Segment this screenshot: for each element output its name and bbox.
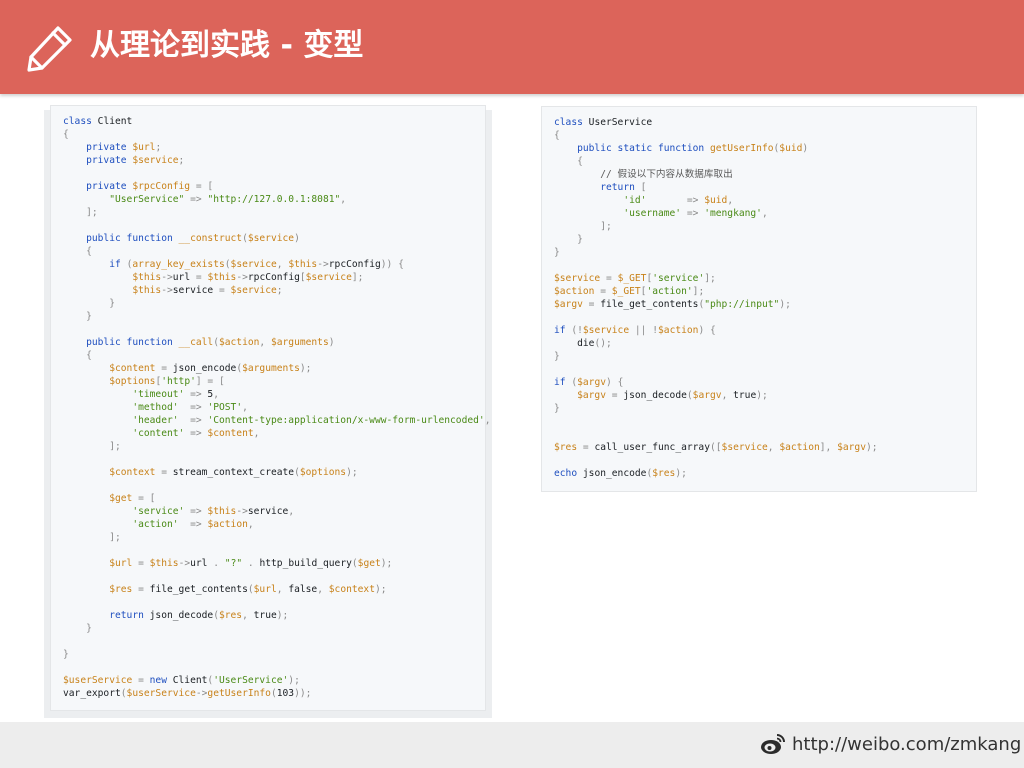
code-line: ]; <box>109 441 121 452</box>
code-line: $argv = json_decode($argv, true); <box>577 390 768 401</box>
code-line: { <box>577 156 583 167</box>
code-line: public static function getUserInfo($uid) <box>577 143 809 154</box>
client-code-panel: class Client { private $url; private $ser… <box>50 105 491 711</box>
code-line: $options['http'] = [ <box>109 376 225 387</box>
code-line: 'id' => $uid, <box>623 195 734 206</box>
code-line: { <box>86 246 92 257</box>
code-line: ]; <box>86 207 98 218</box>
code-line: $action = $_GET['action']; <box>554 286 705 297</box>
code-line: 'service' => $this->service, <box>132 506 295 517</box>
code-line: private $url; <box>86 142 162 153</box>
code-line: if (array_key_exists($service, $this->rp… <box>109 259 404 270</box>
code-line: $this->url = $this->rpcConfig[$service]; <box>132 272 364 283</box>
code-line: $userService = new Client('UserService')… <box>63 675 300 686</box>
pencil-icon <box>27 26 72 72</box>
code-line: 'timeout' => 5, <box>132 389 219 400</box>
code-line: $res = call_user_func_array([$service, $… <box>554 442 878 453</box>
code-line: { <box>554 130 560 141</box>
code-line: $get = [ <box>109 493 156 504</box>
code-line: var_export($userService->getUserInfo(103… <box>63 688 312 699</box>
code-line: } <box>554 247 560 258</box>
code-line: public function __call($action, $argumen… <box>86 337 335 348</box>
service-code-panel: class UserService { public static functio… <box>541 106 977 492</box>
code-line: } <box>86 311 92 322</box>
code-line: } <box>109 298 115 309</box>
code-line: if ($argv) { <box>554 377 624 388</box>
code-line: $url = $this->url . "?" . http_build_que… <box>109 558 393 569</box>
code-line: class Client <box>63 116 133 127</box>
client-code-block: class Client { private $url; private $ser… <box>63 115 491 700</box>
code-line: } <box>554 351 560 362</box>
code-line: 'action' => $action, <box>132 519 254 530</box>
code-line: 'content' => $content, <box>132 428 260 439</box>
code-line: $service = $_GET['service']; <box>554 273 716 284</box>
code-line: $context = stream_context_create($option… <box>109 467 358 478</box>
code-line: ]; <box>600 221 612 232</box>
code-line: } <box>577 234 583 245</box>
code-line: "UserService" => "http://127.0.0.1:8081"… <box>109 194 347 205</box>
code-line: $this->service = $service; <box>132 285 283 296</box>
code-line: $content = json_encode($arguments); <box>109 363 312 374</box>
code-line: } <box>554 403 560 414</box>
code-line: echo json_encode($res); <box>554 468 687 479</box>
code-line: ]; <box>109 532 121 543</box>
code-line: if (!$service || !$action) { <box>554 325 716 336</box>
code-line: } <box>86 623 92 634</box>
weibo-link[interactable]: http://weibo.com/zmkang <box>792 733 1021 757</box>
code-line: public function __construct($service) <box>86 233 300 244</box>
code-line: private $service; <box>86 155 185 166</box>
code-line: 'header' => 'Content-type:application/x-… <box>132 415 491 426</box>
code-line: } <box>63 649 69 660</box>
code-line: die(); <box>577 338 612 349</box>
code-line: return [ <box>600 182 647 193</box>
code-line: private $rpcConfig = [ <box>86 181 214 192</box>
code-line: class UserService <box>554 117 653 128</box>
service-code-block: class UserService { public static functio… <box>554 116 964 480</box>
code-line: // 假设以下内容从数据库取出 <box>600 169 733 180</box>
code-line: return json_decode($res, true); <box>109 610 289 621</box>
code-line: 'username' => 'mengkang', <box>623 208 768 219</box>
code-line: { <box>86 350 92 361</box>
page-title: 从理论到实践 - 变型 <box>90 28 364 63</box>
title-bar: 从理论到实践 - 变型 <box>0 0 1024 94</box>
code-line: { <box>63 129 69 140</box>
code-line: 'method' => 'POST', <box>132 402 248 413</box>
code-line: $argv = file_get_contents("php://input")… <box>554 299 791 310</box>
weibo-icon <box>761 734 785 754</box>
code-line: $res = file_get_contents($url, false, $c… <box>109 584 387 595</box>
